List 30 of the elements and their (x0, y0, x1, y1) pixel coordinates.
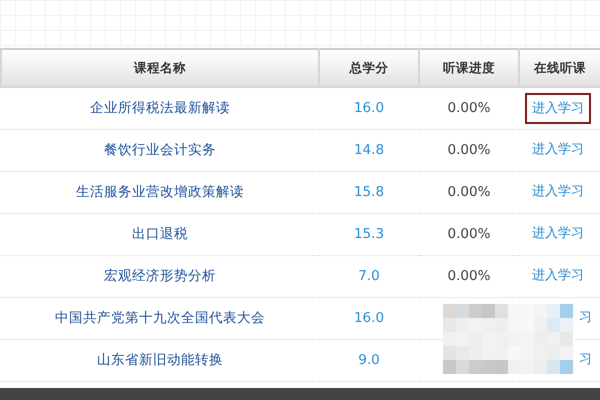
study-link[interactable]: 习 (575, 344, 596, 376)
credit-value: 9.0 (358, 352, 380, 368)
progress-value: 0.00% (448, 142, 490, 158)
study-link[interactable]: 习 (575, 302, 596, 334)
study-link[interactable]: 进入学习 (525, 176, 591, 208)
credit-value: 15.3 (354, 226, 384, 242)
course-name: 企业所得税法最新解读 (90, 100, 230, 116)
course-name: 餐饮行业会计实务 (104, 142, 216, 158)
credit-value: 14.8 (354, 142, 384, 158)
course-name: 山东省新旧动能转换 (97, 352, 223, 368)
credit-value: 7.0 (358, 268, 380, 284)
course-name: 宏观经济形势分析 (104, 268, 216, 284)
progress-value: 0.00% (448, 226, 490, 242)
course-name: 中国共产党第十九次全国代表大会 (55, 310, 265, 326)
progress-value: 0.00% (448, 100, 490, 116)
study-link[interactable]: 进入学习 (525, 92, 591, 124)
progress-value: 0.00% (448, 184, 490, 200)
course-name: 生活服务业营改增政策解读 (76, 184, 244, 200)
study-link[interactable]: 进入学习 (525, 218, 591, 250)
progress-value: 0.00% (448, 268, 490, 284)
column-header: 在线听课 (519, 49, 600, 87)
column-header: 课程名称 (1, 49, 319, 87)
study-link[interactable]: 进入学习 (525, 134, 591, 166)
credit-value: 16.0 (354, 100, 384, 116)
column-header: 听课进度 (419, 49, 519, 87)
credit-value: 16.0 (354, 310, 384, 326)
study-link[interactable]: 进入学习 (525, 260, 591, 292)
course-name: 出口退税 (132, 226, 188, 242)
credit-value: 15.8 (354, 184, 384, 200)
column-header: 总学分 (319, 49, 419, 87)
